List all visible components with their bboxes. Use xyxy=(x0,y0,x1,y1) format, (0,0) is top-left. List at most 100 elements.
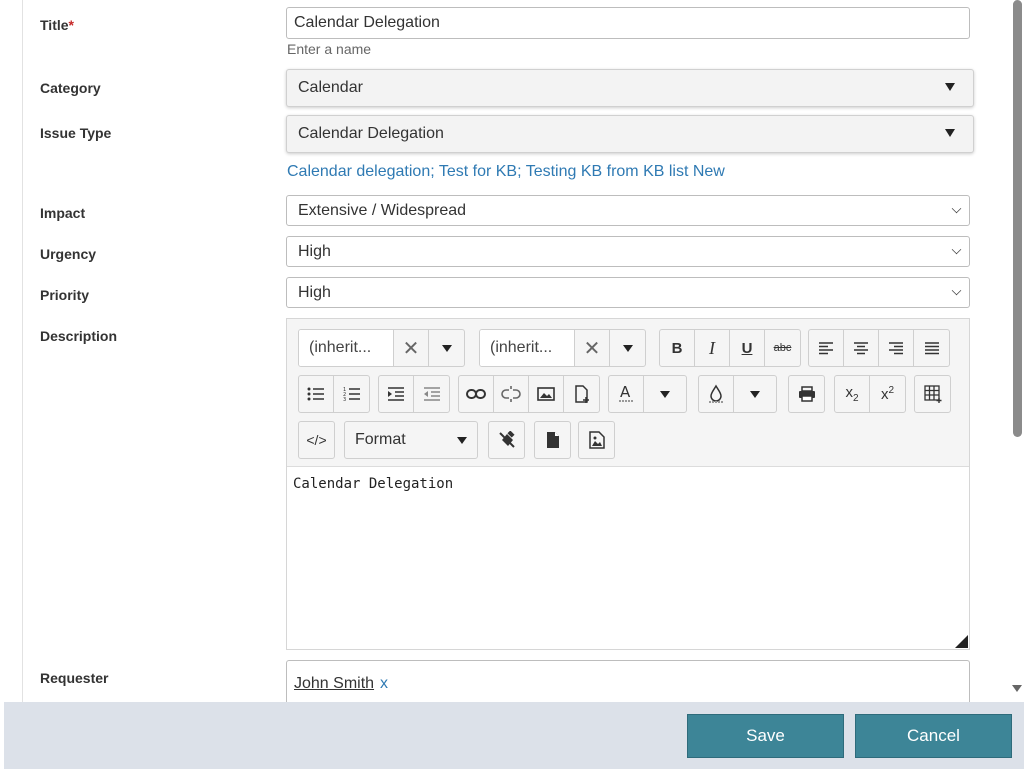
impact-value: Extensive / Widespread xyxy=(298,202,467,219)
editor-content[interactable]: Calendar Delegation xyxy=(293,476,453,492)
requester-field[interactable]: John Smith x xyxy=(286,660,970,702)
pdf-export-icon[interactable] xyxy=(535,422,570,458)
align-center-icon[interactable] xyxy=(844,330,879,366)
issue-type-dropdown[interactable]: Calendar Delegation xyxy=(286,115,974,153)
numbered-list-icon[interactable]: 123 xyxy=(334,376,369,412)
format-dropdown[interactable]: Format xyxy=(344,421,478,459)
image-browser-icon[interactable] xyxy=(579,422,614,458)
svg-text:3: 3 xyxy=(343,397,346,402)
italic-icon[interactable]: I xyxy=(695,330,730,366)
requester-chip[interactable]: John Smith xyxy=(294,675,374,693)
scroll-down-arrow-icon[interactable] xyxy=(1012,685,1022,692)
required-mark: * xyxy=(68,17,74,33)
superscript-icon[interactable]: x2 xyxy=(870,376,905,412)
insert-group xyxy=(458,375,600,413)
close-icon[interactable]: ✕ xyxy=(394,330,429,366)
table-group xyxy=(914,375,951,413)
scrollbar[interactable] xyxy=(1008,0,1024,702)
indent-icon[interactable] xyxy=(379,376,414,412)
priority-select[interactable]: High xyxy=(286,277,970,308)
remove-requester-button[interactable]: x xyxy=(380,675,388,693)
font-family-value[interactable]: (inherit... xyxy=(299,330,394,366)
close-icon[interactable]: ✕ xyxy=(575,330,610,366)
bold-icon[interactable]: B xyxy=(660,330,695,366)
chevron-down-icon xyxy=(951,244,962,255)
font-size-value[interactable]: (inherit... xyxy=(480,330,575,366)
chevron-down-icon xyxy=(447,422,477,458)
chevron-down-icon[interactable] xyxy=(644,376,686,412)
indent-group xyxy=(378,375,450,413)
chevron-down-icon[interactable] xyxy=(610,330,645,366)
title-input[interactable]: Calendar Delegation xyxy=(286,7,970,39)
justify-icon[interactable] xyxy=(914,330,949,366)
editor-toolbar: (inherit... ✕ (inherit... ✕ B I U abc 1 … xyxy=(287,319,969,467)
description-label: Description xyxy=(40,328,118,344)
font-color-picker: A xyxy=(608,375,687,413)
scrollbar-thumb[interactable] xyxy=(1013,0,1022,437)
pdf-group xyxy=(534,421,571,459)
align-left-icon[interactable] xyxy=(809,330,844,366)
alignment-group xyxy=(808,329,950,367)
category-dropdown[interactable]: Calendar xyxy=(286,69,974,107)
kb-link[interactable]: Testing KB from KB list New xyxy=(526,163,725,180)
clear-formatting-icon[interactable] xyxy=(489,422,524,458)
save-button[interactable]: Save xyxy=(687,714,844,758)
left-divider xyxy=(22,0,23,702)
category-value: Calendar xyxy=(298,79,363,96)
title-hint: Enter a name xyxy=(287,41,372,57)
description-editor: (inherit... ✕ (inherit... ✕ B I U abc 1 … xyxy=(286,318,970,650)
issue-type-value: Calendar Delegation xyxy=(298,125,444,142)
list-group: 123 xyxy=(298,375,370,413)
outdent-icon[interactable] xyxy=(414,376,449,412)
issue-form-page: Title* Calendar Delegation Enter a name … xyxy=(0,0,1024,769)
urgency-label: Urgency xyxy=(40,246,97,262)
chevron-down-icon[interactable] xyxy=(734,376,776,412)
chevron-down-icon xyxy=(951,203,962,214)
image-icon[interactable] xyxy=(529,376,564,412)
clear-format-group xyxy=(488,421,525,459)
kb-separator: ; xyxy=(517,163,526,180)
align-right-icon[interactable] xyxy=(879,330,914,366)
link-icon[interactable] xyxy=(459,376,494,412)
urgency-value: High xyxy=(298,243,331,260)
font-size-picker: (inherit... ✕ xyxy=(479,329,646,367)
form-footer: Save Cancel xyxy=(4,702,1024,769)
insert-file-icon[interactable] xyxy=(564,376,599,412)
code-view-icon[interactable]: </> xyxy=(299,422,334,458)
kb-separator: ; xyxy=(430,163,439,180)
svg-text:A: A xyxy=(620,384,631,401)
font-family-picker: (inherit... ✕ xyxy=(298,329,465,367)
background-color-picker xyxy=(698,375,777,413)
requester-label: Requester xyxy=(40,670,109,686)
urgency-select[interactable]: High xyxy=(286,236,970,267)
print-icon[interactable] xyxy=(789,376,824,412)
chevron-down-icon xyxy=(945,83,955,91)
impact-label: Impact xyxy=(40,205,86,221)
chevron-down-icon xyxy=(945,129,955,137)
script-group: x2 x2 xyxy=(834,375,906,413)
image-browser-group xyxy=(578,421,615,459)
font-color-icon[interactable]: A xyxy=(609,376,644,412)
background-color-icon[interactable] xyxy=(699,376,734,412)
impact-select[interactable]: Extensive / Widespread xyxy=(286,195,970,226)
resize-handle[interactable] xyxy=(955,635,968,648)
priority-label: Priority xyxy=(40,287,90,303)
title-label: Title* xyxy=(40,17,74,33)
kb-link[interactable]: Calendar delegation xyxy=(287,163,430,180)
bullet-list-icon[interactable] xyxy=(299,376,334,412)
underline-icon[interactable]: U xyxy=(730,330,765,366)
chevron-down-icon xyxy=(951,285,962,296)
subscript-icon[interactable]: x2 xyxy=(835,376,870,412)
format-label: Format xyxy=(355,431,406,448)
issue-type-label: Issue Type xyxy=(40,125,112,141)
priority-value: High xyxy=(298,284,331,301)
code-group: </> xyxy=(298,421,335,459)
unlink-icon[interactable] xyxy=(494,376,529,412)
category-label: Category xyxy=(40,80,101,96)
cancel-button[interactable]: Cancel xyxy=(855,714,1012,758)
strikethrough-icon[interactable]: abc xyxy=(765,330,800,366)
chevron-down-icon[interactable] xyxy=(429,330,464,366)
kb-link[interactable]: Test for KB xyxy=(439,163,517,180)
table-icon[interactable] xyxy=(915,376,950,412)
kb-article-links: Calendar delegation; Test for KB; Testin… xyxy=(287,163,725,181)
